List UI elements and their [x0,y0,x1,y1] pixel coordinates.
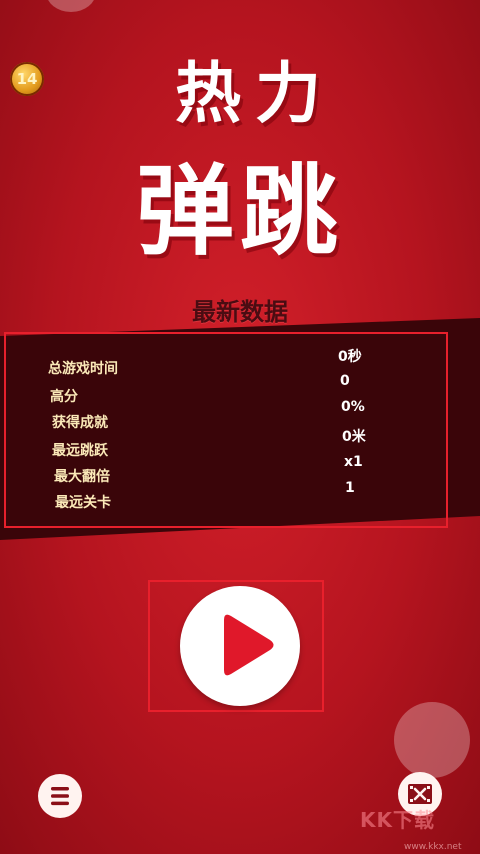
stat-label: 最远跳跃 [52,443,108,459]
decorative-circle-bottom [394,702,470,778]
game-logo-line2: 弹跳 [135,155,344,269]
stat-row-high-score: 高分 0 [0,373,480,410]
menu-button[interactable] [38,774,82,818]
stat-label: 最远关卡 [55,495,111,511]
stat-row-achievements: 获得成就 0% [0,399,480,436]
stat-label: 高分 [50,389,78,405]
stat-value: 0 [340,373,350,389]
stat-label: 最大翻倍 [54,469,110,485]
play-button[interactable] [180,586,300,706]
stat-value: 0米 [342,429,366,445]
stat-row-max-multiplier: 最大翻倍 x1 [0,454,480,490]
stat-label: 获得成就 [52,415,108,431]
stat-value: 1 [345,480,355,496]
stat-label: 总游戏时间 [48,361,118,377]
stat-value: 0秒 [338,349,362,365]
stat-row-farthest-jump: 最远跳跃 0米 [0,429,480,464]
decorative-circle-top [46,0,96,12]
stat-value: x1 [344,454,363,470]
watermark-logo: KK下载 [360,808,435,832]
play-triangle-icon [224,614,274,676]
stat-row-farthest-level: 最远关卡 1 [0,480,480,516]
watermark-url: www.kkx.net [404,842,462,852]
stat-value: 0% [341,399,365,415]
game-logo-line1: 热力 [175,55,335,132]
stat-row-total-time: 总游戏时间 0秒 [0,349,480,380]
hamburger-menu-icon [51,787,69,806]
